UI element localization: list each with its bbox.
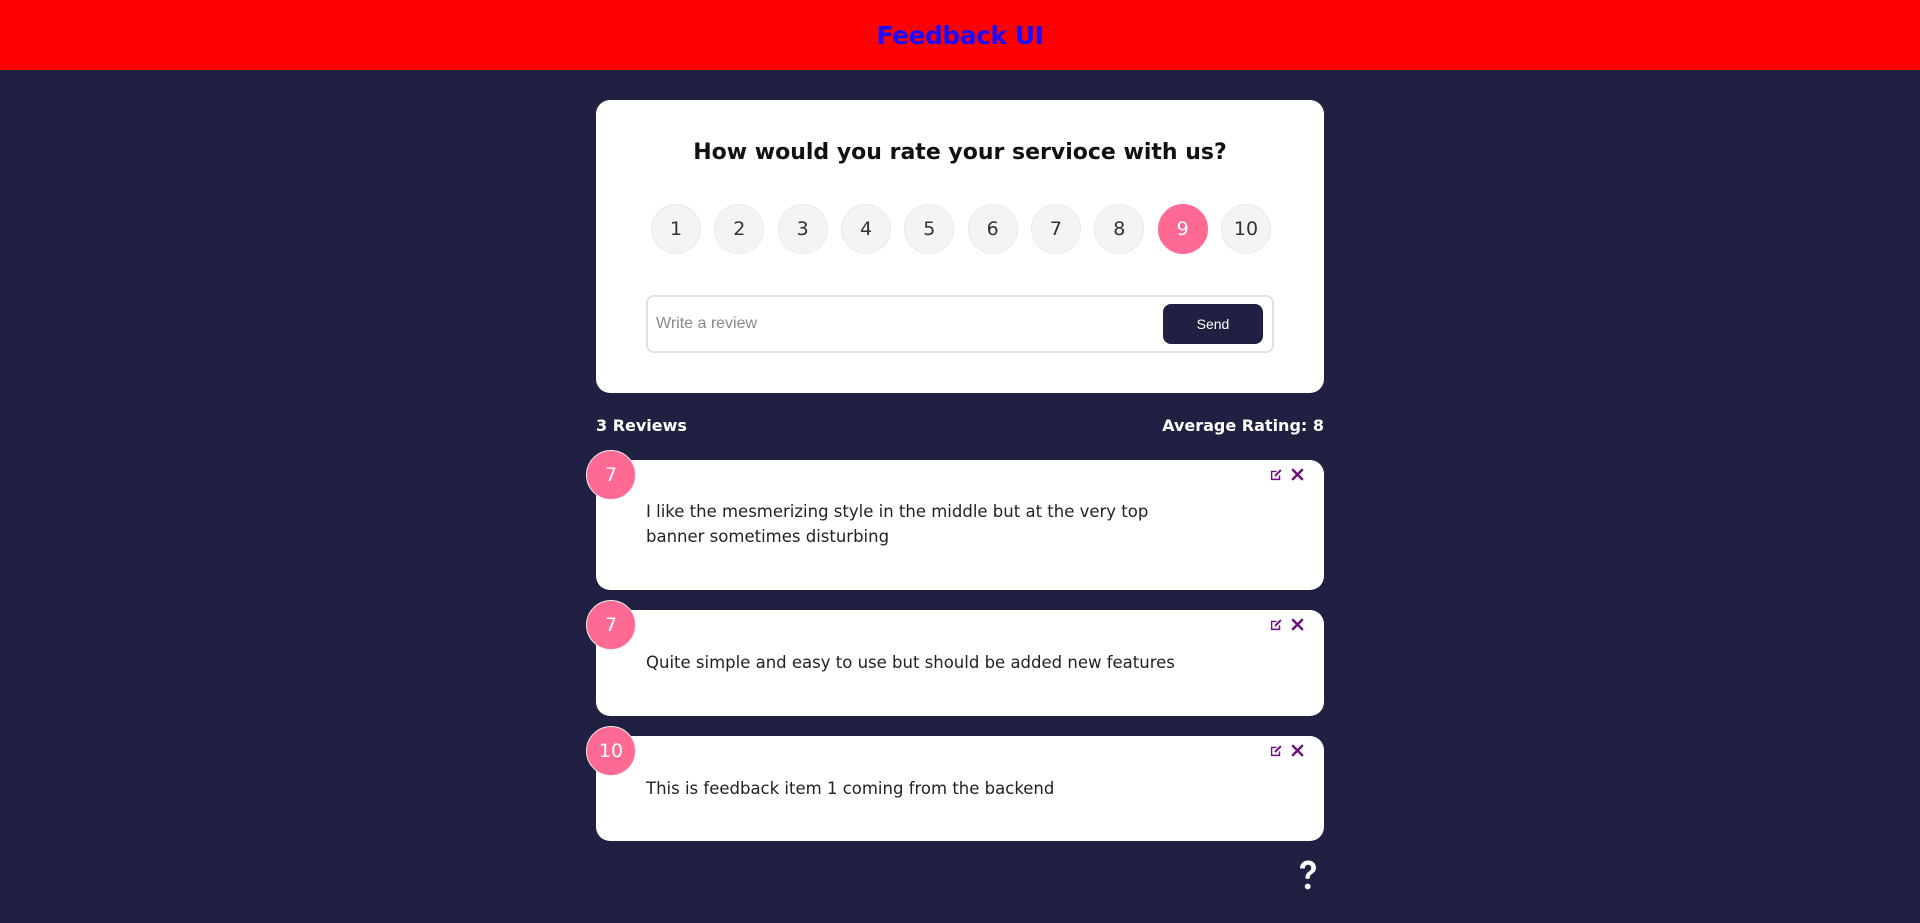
- app-header: Feedback UI: [0, 0, 1920, 70]
- review-card: 10 This is feedback item 1 coming from t…: [586, 726, 1324, 841]
- review-text: This is feedback item 1 coming from the …: [646, 779, 1055, 798]
- review-rating-badge: 10: [586, 726, 636, 776]
- rating-option-2[interactable]: 2: [714, 204, 765, 254]
- rating-card: How would you rate your servioce with us…: [596, 100, 1324, 393]
- app-title: Feedback UI: [876, 20, 1044, 50]
- review-rating-badge: 7: [586, 600, 636, 650]
- rating-option-7[interactable]: 7: [1030, 204, 1081, 254]
- review-input[interactable]: [656, 315, 1163, 333]
- rating-options: 1 2 3 4 5 6 7 8 9 10: [651, 204, 1271, 254]
- edit-icon[interactable]: [1270, 744, 1283, 757]
- rating-option-6[interactable]: 6: [967, 204, 1018, 254]
- review-rating-badge: 7: [586, 450, 636, 500]
- average-rating: Average Rating: 8: [1162, 415, 1324, 435]
- reviews-count: 3 Reviews: [596, 415, 687, 435]
- review-actions: [1270, 744, 1304, 757]
- rating-option-1[interactable]: 1: [651, 204, 701, 254]
- review-actions: [1270, 468, 1304, 481]
- rating-option-4[interactable]: 4: [840, 204, 891, 254]
- review-input-group: Send: [646, 295, 1274, 353]
- rating-option-3[interactable]: 3: [777, 204, 828, 254]
- close-icon[interactable]: [1291, 468, 1304, 481]
- review-text: I like the mesmerizing style in the midd…: [646, 502, 1149, 546]
- rating-option-9[interactable]: 9: [1157, 204, 1208, 254]
- rating-option-8[interactable]: 8: [1094, 204, 1145, 254]
- rating-question: How would you rate your servioce with us…: [693, 140, 1227, 165]
- review-card: 7 Quite simple and easy to use but shoul…: [586, 600, 1324, 716]
- send-button[interactable]: Send: [1163, 304, 1263, 344]
- question-mark-icon[interactable]: [1296, 858, 1320, 892]
- close-icon[interactable]: [1291, 744, 1304, 757]
- review-card: 7 I like the mesmerizing style in the mi…: [586, 450, 1324, 590]
- rating-option-5[interactable]: 5: [904, 204, 955, 254]
- feedback-stats: 3 Reviews Average Rating: 8: [596, 413, 1324, 437]
- review-text: Quite simple and easy to use but should …: [646, 653, 1175, 672]
- edit-icon[interactable]: [1270, 618, 1283, 631]
- edit-icon[interactable]: [1270, 468, 1283, 481]
- close-icon[interactable]: [1291, 618, 1304, 631]
- review-actions: [1270, 618, 1304, 631]
- rating-option-10[interactable]: 10: [1220, 204, 1271, 254]
